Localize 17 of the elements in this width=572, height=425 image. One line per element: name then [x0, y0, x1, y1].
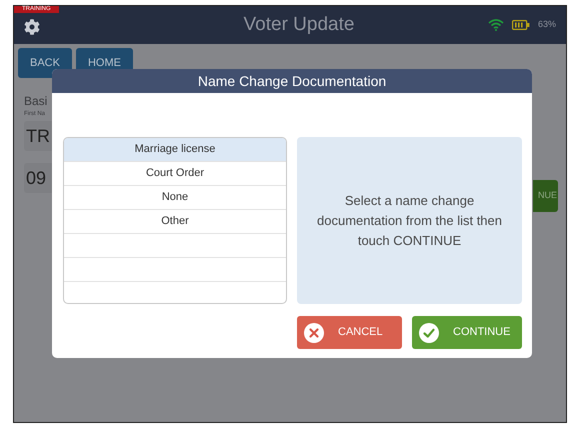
wifi-icon: [488, 19, 504, 31]
continue-button[interactable]: NUE: [533, 180, 558, 212]
section-heading: Basi: [24, 93, 48, 110]
list-item[interactable]: Marriage license: [64, 138, 286, 162]
continue-button[interactable]: CONTINUE: [412, 316, 522, 349]
battery-percent: 63%: [538, 18, 556, 32]
text-field[interactable]: 09: [24, 163, 54, 193]
instructions-text: Select a name change documentation from the list then touch CONTINUE: [316, 192, 503, 250]
nav-button[interactable]: BACK: [18, 48, 72, 78]
text-field[interactable]: TR: [24, 121, 54, 151]
settings-icon[interactable]: [24, 19, 40, 35]
dialog-title: Name Change Documentation: [198, 72, 386, 91]
battery-icon: [512, 20, 530, 30]
close-circle-icon: [304, 322, 324, 342]
cancel-button[interactable]: CANCEL: [297, 316, 402, 349]
page-title: Voter Update: [244, 12, 354, 37]
checkmark-circle-icon: [419, 322, 439, 342]
